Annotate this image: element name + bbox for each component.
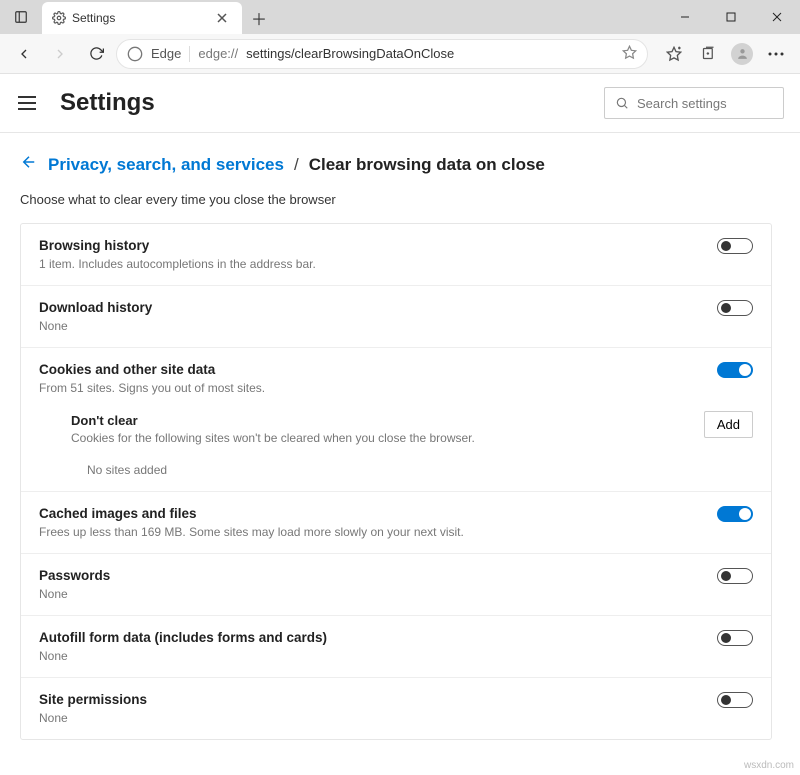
profile-button[interactable]: [726, 38, 758, 70]
settings-content: Privacy, search, and services / Clear br…: [0, 133, 800, 740]
row-desc: From 51 sites. Signs you out of most sit…: [39, 381, 753, 395]
row-browsing-history: Browsing history 1 item. Includes autoco…: [21, 224, 771, 285]
row-title: Cached images and files: [39, 506, 753, 521]
tab-actions-icon[interactable]: [0, 0, 42, 34]
close-window-button[interactable]: [754, 0, 800, 34]
more-menu-icon[interactable]: [760, 38, 792, 70]
search-settings-input[interactable]: Search settings: [604, 87, 784, 119]
url-protocol: edge://: [198, 46, 238, 61]
row-cached: Cached images and files Frees up less th…: [21, 491, 771, 553]
row-title: Site permissions: [39, 692, 753, 707]
browser-tab[interactable]: Settings: [42, 2, 242, 34]
subrow-desc: Cookies for the following sites won't be…: [71, 431, 753, 445]
row-title: Passwords: [39, 568, 753, 583]
no-sites-added: No sites added: [21, 455, 771, 491]
toggle-cookies[interactable]: [717, 362, 753, 378]
address-bar[interactable]: Edge edge:// settings/clearBrowsingDataOn…: [116, 39, 648, 69]
toggle-site-permissions[interactable]: [717, 692, 753, 708]
row-title: Browsing history: [39, 238, 753, 253]
browser-toolbar: Edge edge:// settings/clearBrowsingDataOn…: [0, 34, 800, 74]
url-path: settings/clearBrowsingDataOnClose: [246, 46, 454, 61]
minimize-button[interactable]: [662, 0, 708, 34]
omnibox-divider: [189, 46, 190, 62]
breadcrumb: Privacy, search, and services / Clear br…: [20, 153, 772, 176]
close-tab-icon[interactable]: [212, 8, 232, 28]
row-desc: None: [39, 587, 753, 601]
row-desc: None: [39, 711, 753, 725]
refresh-button[interactable]: [80, 38, 112, 70]
row-site-permissions: Site permissions None: [21, 677, 771, 739]
back-button[interactable]: [8, 38, 40, 70]
favorite-star-icon[interactable]: [622, 45, 637, 63]
search-icon: [615, 96, 629, 110]
maximize-button[interactable]: [708, 0, 754, 34]
row-autofill: Autofill form data (includes forms and c…: [21, 615, 771, 677]
favorites-icon[interactable]: [658, 38, 690, 70]
menu-icon[interactable]: [18, 89, 46, 117]
search-placeholder: Search settings: [637, 96, 727, 111]
row-title: Autofill form data (includes forms and c…: [39, 630, 753, 645]
breadcrumb-current: Clear browsing data on close: [309, 155, 545, 175]
row-download-history: Download history None: [21, 285, 771, 347]
breadcrumb-separator: /: [294, 155, 299, 175]
breadcrumb-back-icon[interactable]: [20, 153, 38, 176]
page-title: Settings: [60, 89, 155, 117]
collections-icon[interactable]: [692, 38, 724, 70]
toggle-passwords[interactable]: [717, 568, 753, 584]
breadcrumb-parent-link[interactable]: Privacy, search, and services: [48, 155, 284, 175]
page-description: Choose what to clear every time you clos…: [20, 192, 772, 207]
row-title: Cookies and other site data: [39, 362, 753, 377]
row-desc: None: [39, 649, 753, 663]
toggle-autofill[interactable]: [717, 630, 753, 646]
row-desc: None: [39, 319, 753, 333]
subrow-dont-clear: Don't clear Cookies for the following si…: [21, 403, 771, 455]
new-tab-button[interactable]: ＋: [242, 2, 276, 34]
row-title: Download history: [39, 300, 753, 315]
edge-logo-icon: [127, 46, 143, 62]
add-site-button[interactable]: Add: [704, 411, 753, 438]
forward-button[interactable]: [44, 38, 76, 70]
toggle-browsing-history[interactable]: [717, 238, 753, 254]
tab-title: Settings: [72, 11, 115, 25]
toggle-download-history[interactable]: [717, 300, 753, 316]
gear-icon: [52, 11, 66, 25]
window-controls: [662, 0, 800, 34]
row-passwords: Passwords None: [21, 553, 771, 615]
row-desc: Frees up less than 169 MB. Some sites ma…: [39, 525, 753, 539]
row-cookies: Cookies and other site data From 51 site…: [21, 347, 771, 403]
settings-header: Settings Search settings: [0, 74, 800, 132]
row-desc: 1 item. Includes autocompletions in the …: [39, 257, 753, 271]
window-titlebar: Settings ＋: [0, 0, 800, 34]
toggle-cached[interactable]: [717, 506, 753, 522]
edge-label: Edge: [151, 46, 181, 61]
watermark: wsxdn.com: [744, 760, 794, 771]
settings-card: Browsing history 1 item. Includes autoco…: [20, 223, 772, 740]
subrow-title: Don't clear: [71, 413, 753, 428]
